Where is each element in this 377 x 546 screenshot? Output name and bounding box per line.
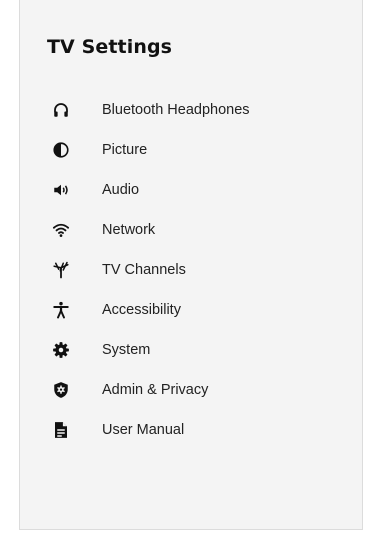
settings-panel: TV Settings Bluetooth Headphones Picture [19,0,363,530]
menu-item-label: Bluetooth Headphones [102,102,250,118]
wifi-icon [52,221,70,239]
menu-item-tv-channels[interactable]: TV Channels [20,250,362,290]
menu-item-label: Audio [102,182,140,198]
menu-item-accessibility[interactable]: Accessibility [20,290,362,330]
settings-menu: Bluetooth Headphones Picture Audio Netwo… [20,90,362,450]
menu-item-user-manual[interactable]: User Manual [20,410,362,450]
menu-item-label: User Manual [102,422,185,438]
antenna-icon [52,261,70,279]
document-icon [52,421,70,439]
menu-item-picture[interactable]: Picture [20,130,362,170]
shield-gear-icon [52,381,70,399]
headphones-icon [52,101,70,119]
accessibility-icon [52,301,70,319]
menu-item-label: Admin & Privacy [102,382,209,398]
speaker-icon [52,181,70,199]
gear-icon [52,341,70,359]
menu-item-bluetooth-headphones[interactable]: Bluetooth Headphones [20,90,362,130]
menu-item-label: Network [102,222,156,238]
menu-item-admin-privacy[interactable]: Admin & Privacy [20,370,362,410]
menu-item-label: TV Channels [102,262,186,278]
menu-item-system[interactable]: System [20,330,362,370]
menu-item-label: Picture [102,142,148,158]
menu-item-label: System [102,342,151,358]
menu-item-label: Accessibility [102,302,181,318]
picture-contrast-icon [52,141,70,159]
page-title: TV Settings [47,36,173,58]
menu-item-network[interactable]: Network [20,210,362,250]
menu-item-audio[interactable]: Audio [20,170,362,210]
